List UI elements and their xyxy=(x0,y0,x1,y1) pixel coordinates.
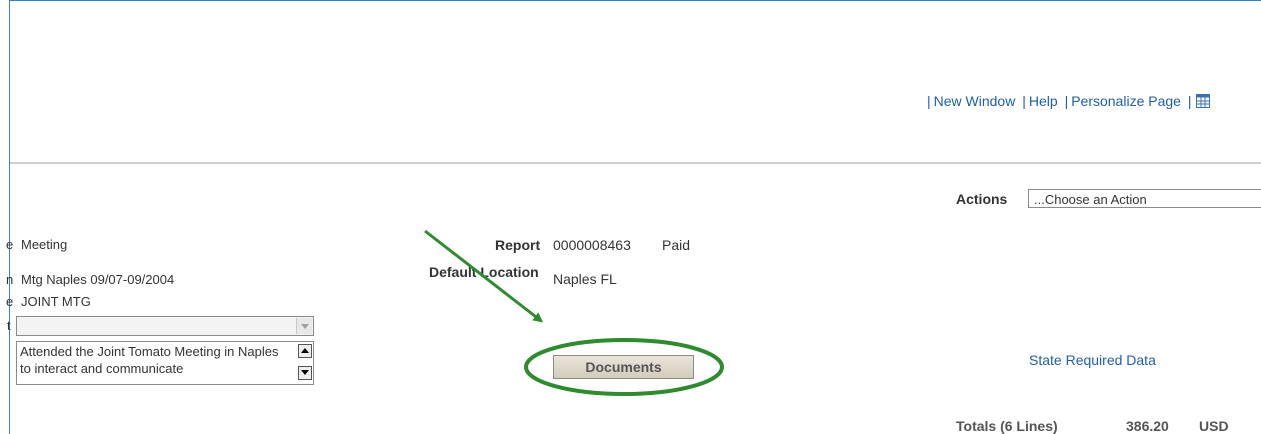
report-status: Paid xyxy=(662,237,691,253)
link-separator: | xyxy=(1064,93,1069,109)
description-partial-label: n xyxy=(6,272,14,287)
type-partial-label: e xyxy=(6,294,14,309)
totals-currency: USD xyxy=(1199,418,1229,434)
state-required-data-link[interactable]: State Required Data xyxy=(1029,352,1156,368)
new-window-link[interactable]: New Window xyxy=(934,93,1016,109)
totals-amount: 386.20 xyxy=(1126,418,1169,434)
default-location-label: Default Location xyxy=(429,264,539,280)
link-separator: | xyxy=(1022,93,1026,109)
frame-left-border xyxy=(9,0,10,434)
meeting-value: Meeting xyxy=(21,237,68,252)
frame-top-border xyxy=(9,0,1261,1)
meeting-partial-label: e xyxy=(6,237,14,252)
grid-table-icon[interactable] xyxy=(1196,94,1211,111)
link-separator: | xyxy=(927,93,931,109)
scroll-up-icon[interactable] xyxy=(298,344,312,358)
dropdown-partial-label: t xyxy=(7,318,11,333)
personalize-page-link[interactable]: Personalize Page xyxy=(1071,93,1181,109)
actions-select[interactable]: ...Choose an Action xyxy=(1028,189,1261,208)
scroll-down-icon[interactable] xyxy=(298,366,312,380)
comment-text: Attended the Joint Tomato Meeting in Nap… xyxy=(20,344,279,376)
actions-label: Actions xyxy=(956,191,1008,207)
header-divider xyxy=(10,162,1261,164)
totals-label: Totals (6 Lines) xyxy=(956,418,1058,434)
link-separator: | xyxy=(1187,93,1192,109)
report-number: 0000008463 xyxy=(553,237,631,253)
comment-textarea[interactable]: Attended the Joint Tomato Meeting in Nap… xyxy=(16,341,314,385)
description-value: Mtg Naples 09/07-09/2004 xyxy=(21,272,175,287)
help-link[interactable]: Help xyxy=(1029,93,1058,109)
documents-button[interactable]: Documents xyxy=(553,355,694,379)
disabled-dropdown[interactable] xyxy=(16,316,314,336)
chevron-down-icon[interactable] xyxy=(296,318,312,334)
default-location-value: Naples FL xyxy=(553,271,617,287)
page-links-bar: | New Window | Help | Personalize Page | xyxy=(924,93,1211,111)
report-label: Report xyxy=(495,237,541,253)
type-value: JOINT MTG xyxy=(21,294,91,309)
